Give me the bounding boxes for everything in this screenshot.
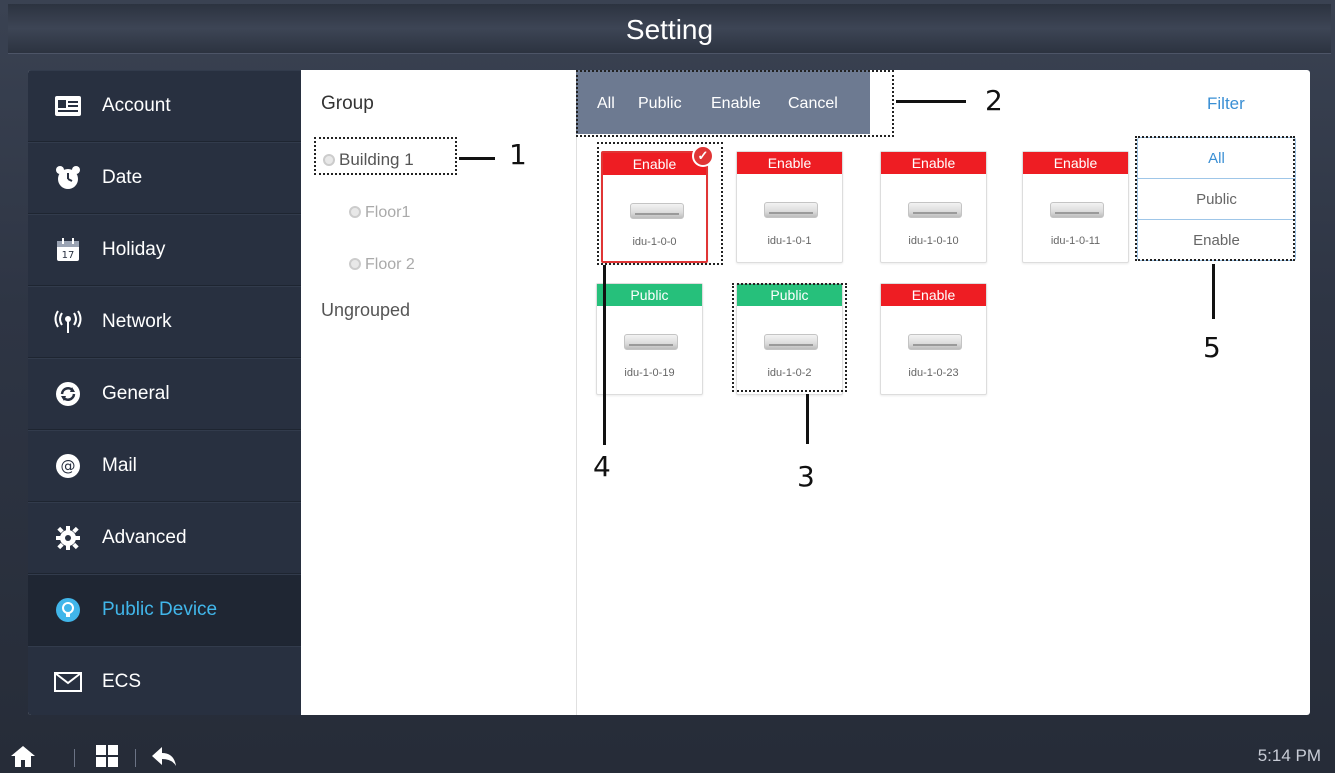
sidebar-item-label: Advanced xyxy=(102,527,187,548)
back-arrow-icon[interactable] xyxy=(150,744,178,773)
calendar-icon: 17 xyxy=(53,237,83,263)
sidebar-item-ecs[interactable]: ECS xyxy=(28,646,301,715)
sidebar-item-label: General xyxy=(102,383,170,404)
device-name: idu-1-0-23 xyxy=(908,367,959,379)
sidebar-item-label: Date xyxy=(102,167,143,188)
annotation-label-5: 5 xyxy=(1203,331,1221,364)
tree-item-label: Floor 2 xyxy=(365,256,415,273)
status-badge: Enable xyxy=(881,284,986,306)
tree-item-label: Floor1 xyxy=(365,204,411,221)
device-name: idu-1-0-10 xyxy=(908,235,959,247)
air-conditioner-icon xyxy=(908,334,962,350)
sidebar-item-account[interactable]: Account xyxy=(28,70,301,142)
sidebar-item-label: Holiday xyxy=(102,239,166,260)
app-window: Setting Account Date 17 Holiday Network … xyxy=(0,0,1335,773)
device-card[interactable]: Enable idu-1-0-23 xyxy=(880,283,987,395)
annotation-box-5 xyxy=(1135,136,1295,261)
device-name: idu-1-0-11 xyxy=(1050,235,1101,247)
separator xyxy=(74,749,75,767)
device-icon xyxy=(53,597,83,623)
annotation-label-4: 4 xyxy=(593,450,611,483)
page-title: Setting xyxy=(625,14,714,45)
at-sign-icon: @ xyxy=(53,453,83,479)
home-icon[interactable] xyxy=(10,744,36,773)
radio-icon xyxy=(349,205,361,218)
annotation-box-2 xyxy=(576,70,894,137)
clock: 5:14 PM xyxy=(1257,746,1321,765)
annotation-line-1 xyxy=(459,157,495,160)
device-name: idu-1-0-19 xyxy=(624,367,675,379)
annotation-label-1: 1 xyxy=(509,138,527,171)
sidebar-item-network[interactable]: Network xyxy=(28,286,301,358)
title-bar: Setting xyxy=(8,4,1331,54)
sidebar-item-label: Account xyxy=(102,95,171,116)
air-conditioner-icon xyxy=(908,202,962,218)
sidebar-item-label: ECS xyxy=(102,671,142,692)
separator xyxy=(135,749,136,767)
status-badge: Public xyxy=(597,284,702,306)
sidebar-item-general[interactable]: General xyxy=(28,358,301,430)
svg-text:17: 17 xyxy=(62,250,75,261)
sidebar-item-mail[interactable]: @ Mail xyxy=(28,430,301,502)
annotation-line-5 xyxy=(1212,264,1215,319)
annotation-box-4 xyxy=(597,142,723,265)
filter-button[interactable]: Filter xyxy=(1207,94,1245,114)
sidebar-item-public-device[interactable]: Public Device xyxy=(28,574,301,646)
account-card-icon xyxy=(53,93,83,119)
annotation-line-3 xyxy=(806,394,809,444)
sidebar-item-date[interactable]: Date xyxy=(28,142,301,214)
sidebar-item-holiday[interactable]: 17 Holiday xyxy=(28,214,301,286)
wireless-antenna-icon xyxy=(53,309,83,335)
device-card[interactable]: Enable idu-1-0-10 xyxy=(880,151,987,263)
bottom-bar: 5:14 PM xyxy=(0,722,1335,773)
gear-icon xyxy=(53,525,83,551)
device-card[interactable]: Enable idu-1-0-1 xyxy=(736,151,843,263)
device-card[interactable]: Public idu-1-0-19 xyxy=(596,283,703,395)
svg-text:@: @ xyxy=(61,457,76,475)
sidebar-item-advanced[interactable]: Advanced xyxy=(28,502,301,574)
sidebar: Account Date 17 Holiday Network General … xyxy=(28,70,301,715)
annotation-box-1 xyxy=(314,137,457,175)
status-badge: Enable xyxy=(737,152,842,174)
air-conditioner-icon xyxy=(624,334,678,350)
device-name: idu-1-0-1 xyxy=(767,235,812,247)
tree-item-floor1[interactable]: Floor1 xyxy=(349,204,410,222)
envelope-icon xyxy=(53,669,83,695)
alarm-clock-icon xyxy=(53,165,83,191)
annotation-box-3 xyxy=(732,283,847,392)
ungrouped-item[interactable]: Ungrouped xyxy=(321,300,410,321)
sidebar-item-label: Network xyxy=(102,311,172,332)
annotation-label-3: 3 xyxy=(797,460,815,493)
device-card[interactable]: Enable idu-1-0-11 xyxy=(1022,151,1129,263)
annotation-label-2: 2 xyxy=(985,84,1003,117)
group-header: Group xyxy=(321,93,374,114)
annotation-line-2 xyxy=(896,100,966,103)
tree-item-floor2[interactable]: Floor 2 xyxy=(349,256,415,274)
grid-menu-icon[interactable] xyxy=(95,744,119,773)
annotation-line-4 xyxy=(603,265,606,445)
refresh-icon xyxy=(53,381,83,407)
sidebar-item-label: Public Device xyxy=(102,599,218,620)
sidebar-item-label: Mail xyxy=(102,455,137,476)
radio-icon xyxy=(349,257,361,270)
air-conditioner-icon xyxy=(764,202,818,218)
air-conditioner-icon xyxy=(1050,202,1104,218)
status-badge: Enable xyxy=(1023,152,1128,174)
status-badge: Enable xyxy=(881,152,986,174)
